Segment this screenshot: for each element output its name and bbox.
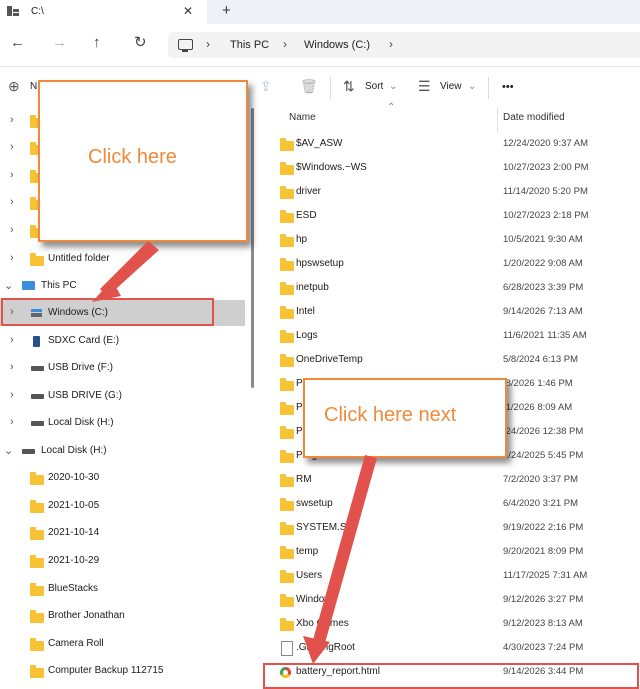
arrow-head-2 [303,636,330,664]
annotation-arrows [92,241,377,664]
arrow-shaft-2 [311,455,377,650]
